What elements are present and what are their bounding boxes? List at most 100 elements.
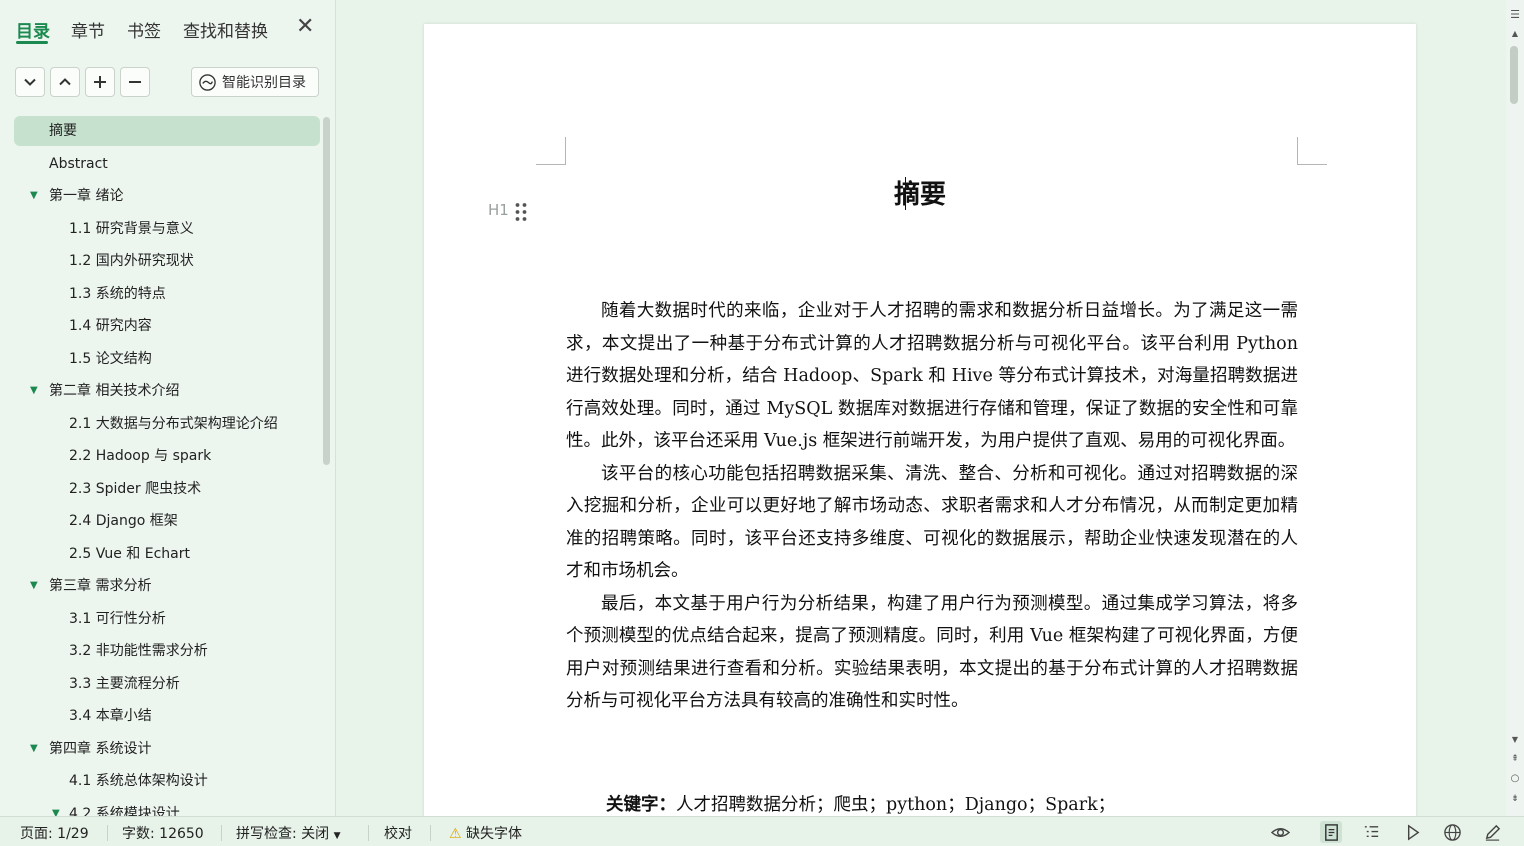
close-icon[interactable]: ✕	[296, 16, 314, 38]
proofread-button[interactable]: 校对	[384, 823, 412, 843]
pen-icon[interactable]	[1481, 821, 1503, 843]
toc-item-label: 第三章 需求分析	[49, 578, 152, 594]
expand-triangle-icon[interactable]: ▼	[30, 376, 38, 406]
tab-bookmarks[interactable]: 书签	[127, 17, 161, 42]
toc-item[interactable]: 4.1 系统总体架构设计	[14, 766, 320, 796]
toc-item-label: 3.4 本章小结	[69, 708, 152, 724]
status-bar: 页面: 1/29 字数: 12650 拼写检查: 关闭 ▼ 校对 ⚠ 缺失字体	[0, 816, 1524, 846]
divider	[430, 825, 431, 841]
text-caret	[905, 177, 906, 210]
toc-item[interactable]: 2.3 Spider 爬虫技术	[14, 474, 320, 504]
toc-item[interactable]: 1.2 国内外研究现状	[14, 246, 320, 276]
toc-item[interactable]: 1.5 论文结构	[14, 344, 320, 374]
chevron-down-icon	[24, 78, 36, 86]
toc-item[interactable]: ▼ 第四章 系统设计	[14, 734, 320, 764]
play-icon[interactable]	[1401, 821, 1423, 843]
toc-item[interactable]: ▼ 第三章 需求分析	[14, 571, 320, 601]
toc-item-label: 2.5 Vue 和 Echart	[69, 545, 190, 562]
toc-item[interactable]: 1.4 研究内容	[14, 311, 320, 341]
toc-item[interactable]: ▼ 第二章 相关技术介绍	[14, 376, 320, 406]
outline-icon[interactable]: ☰	[1508, 8, 1522, 22]
toc-item-label: 4.1 系统总体架构设计	[69, 773, 208, 789]
warning-icon: ⚠	[449, 826, 462, 842]
select-browse-object-icon[interactable]: ○	[1508, 772, 1522, 786]
chevron-down-icon: ▼	[333, 831, 341, 841]
keywords-line: 关键字：人才招聘数据分析；爬虫；python；Django；Spark；	[606, 789, 1306, 816]
toc-item-label: 1.4 研究内容	[69, 318, 152, 334]
toc-item-label: 第二章 相关技术介绍	[49, 383, 180, 399]
toc-item-label: 2.4 Django 框架	[69, 513, 178, 529]
eye-icon[interactable]	[1269, 821, 1291, 843]
scrollbar-thumb[interactable]	[1510, 46, 1518, 104]
toc-item-label: 摘要	[49, 123, 77, 139]
prev-page-icon[interactable]: ⇞	[1508, 752, 1522, 766]
scroll-down-icon[interactable]: ▼	[1508, 733, 1522, 747]
missing-font-label: 缺失字体	[466, 826, 523, 842]
vertical-scrollbar[interactable]: ☰ ▲ ▼ ⇞ ○ ⇟	[1506, 0, 1524, 816]
keywords-text: 人才招聘数据分析；爬虫；python；Django；Spark；	[676, 795, 1116, 815]
web-view-icon[interactable]	[1441, 821, 1463, 843]
word-count[interactable]: 字数: 12650	[122, 823, 204, 843]
paragraph: 随着大数据时代的来临，企业对于人才招聘的需求和数据分析日益增长。为了满足这一需求…	[566, 301, 1298, 451]
toc-toolbar: 智能识别目录	[0, 66, 336, 100]
margin-corner-top-left	[536, 137, 566, 165]
toc-item[interactable]: Abstract	[14, 149, 320, 179]
sidebar-tabs: 目录 章节 书签 查找和替换 ✕	[0, 0, 336, 56]
toc-item[interactable]: 3.4 本章小结	[14, 701, 320, 731]
toc-item-label: 2.3 Spider 爬虫技术	[69, 480, 202, 497]
smart-toc-button[interactable]: 智能识别目录	[191, 67, 319, 97]
scroll-up-icon[interactable]: ▲	[1508, 27, 1522, 41]
document-area: H1 摘要 随着大数据时代的来临，企业对于人才招聘的需求和数据分析日益增长。为了…	[336, 0, 1506, 816]
toc-item[interactable]: 1.1 研究背景与意义	[14, 214, 320, 244]
missing-font-button[interactable]: ⚠ 缺失字体	[449, 823, 522, 843]
toc-item[interactable]: ▼ 4.2 系统模块设计	[14, 799, 320, 817]
paragraph: 该平台的核心功能包括招聘数据采集、清洗、整合、分析和可视化。通过对招聘数据的深入…	[566, 463, 1298, 582]
toc-item[interactable]: 1.3 系统的特点	[14, 279, 320, 309]
document-page[interactable]: H1 摘要 随着大数据时代的来临，企业对于人才招聘的需求和数据分析日益增长。为了…	[424, 24, 1416, 816]
toc-item[interactable]: 2.2 Hadoop 与 spark	[14, 441, 320, 471]
divider	[107, 825, 108, 841]
remove-heading-button[interactable]	[120, 67, 150, 97]
toc-item-label: 1.2 国内外研究现状	[69, 253, 194, 269]
toc-item[interactable]: 3.1 可行性分析	[14, 604, 320, 634]
collapse-up-button[interactable]	[50, 67, 80, 97]
expand-triangle-icon[interactable]: ▼	[30, 734, 38, 764]
spell-check-toggle[interactable]: 拼写检查: 关闭 ▼	[236, 823, 341, 843]
toc-item[interactable]: 2.5 Vue 和 Echart	[14, 539, 320, 569]
toc-item-label: 3.1 可行性分析	[69, 610, 166, 627]
toc-item-label: 4.2 系统模块设计	[69, 805, 180, 817]
minus-icon	[129, 81, 141, 83]
expand-triangle-icon[interactable]: ▼	[52, 799, 60, 817]
toc-item[interactable]: ▼ 第一章 绪论	[14, 181, 320, 211]
toc-item[interactable]: 3.2 非功能性需求分析	[14, 636, 320, 666]
smart-toc-label: 智能识别目录	[222, 75, 306, 91]
add-heading-button[interactable]	[85, 67, 115, 97]
toc-item[interactable]: 2.1 大数据与分布式架构理论介绍	[14, 409, 320, 439]
page-indicator[interactable]: 页面: 1/29	[20, 823, 89, 843]
plus-icon	[94, 76, 106, 88]
toc-item[interactable]: 3.3 主要流程分析	[14, 669, 320, 699]
tab-toc[interactable]: 目录	[16, 17, 50, 42]
active-tab-indicator	[16, 41, 48, 44]
tab-chapters[interactable]: 章节	[71, 17, 105, 42]
toc-scrollbar[interactable]	[323, 117, 330, 465]
tab-find-replace[interactable]: 查找和替换	[183, 17, 268, 42]
toc-item-label: 第四章 系统设计	[49, 740, 152, 757]
toc-item-label: 1.1 研究背景与意义	[69, 220, 194, 237]
toc-item[interactable]: 摘要	[14, 116, 320, 146]
expand-triangle-icon[interactable]: ▼	[30, 571, 38, 601]
keywords-label: 关键字：	[606, 795, 676, 815]
toc-item-label: 2.2 Hadoop 与 spark	[69, 448, 212, 464]
page-view-icon[interactable]	[1320, 821, 1342, 843]
divider	[368, 825, 369, 841]
document-title[interactable]: 摘要	[424, 174, 1416, 211]
expand-down-button[interactable]	[15, 67, 45, 97]
toc-item-label: Abstract	[49, 155, 108, 172]
expand-triangle-icon[interactable]: ▼	[30, 181, 38, 211]
toc-item[interactable]: 2.4 Django 框架	[14, 506, 320, 536]
toc-item-label: 3.3 主要流程分析	[69, 675, 180, 692]
outline-view-icon[interactable]	[1360, 821, 1382, 843]
chevron-up-icon	[59, 78, 71, 86]
next-page-icon[interactable]: ⇟	[1508, 792, 1522, 806]
abstract-body[interactable]: 随着大数据时代的来临，企业对于人才招聘的需求和数据分析日益增长。为了满足这一需求…	[566, 295, 1298, 718]
